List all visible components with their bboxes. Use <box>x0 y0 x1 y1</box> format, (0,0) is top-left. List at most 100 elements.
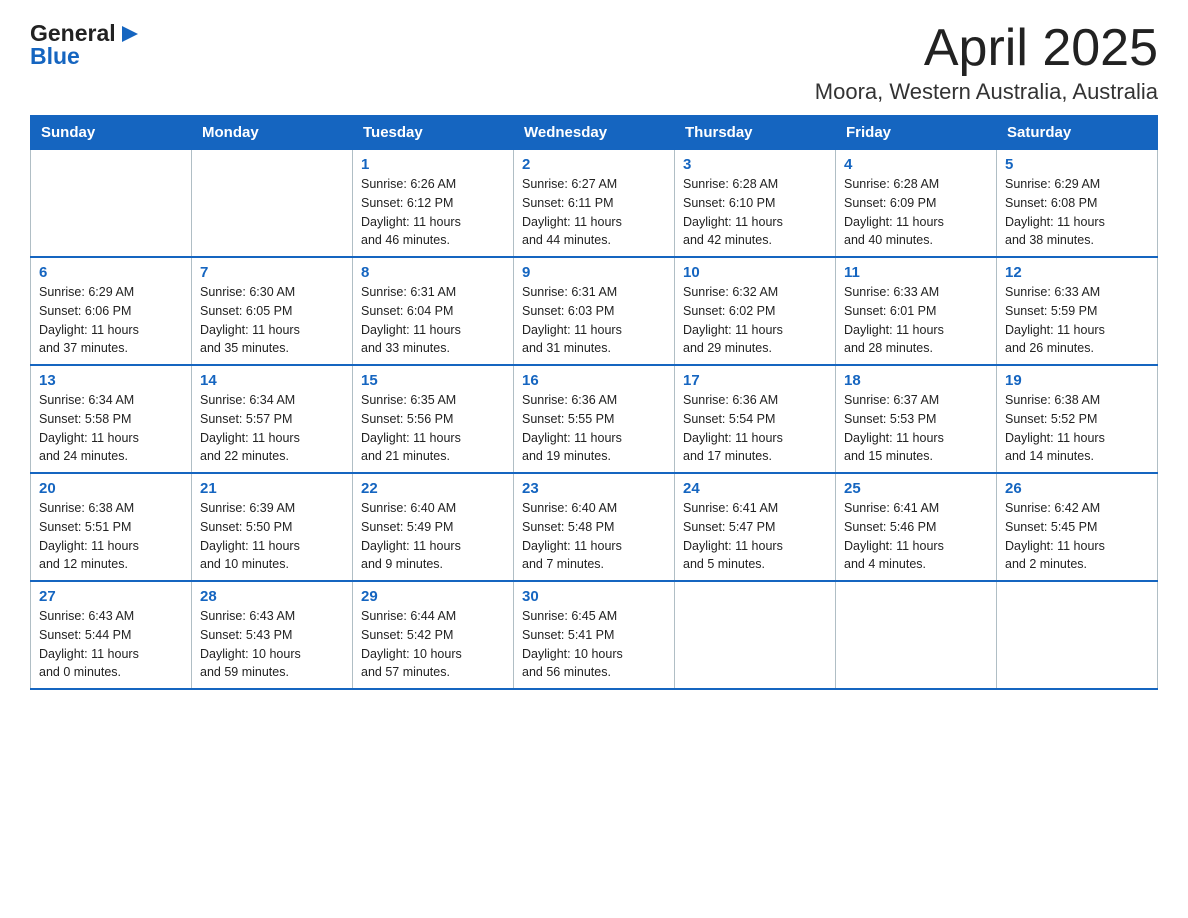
calendar-cell: 25 Sunrise: 6:41 AM Sunset: 5:46 PM Dayli… <box>836 473 997 581</box>
col-header-sunday: Sunday <box>31 116 192 150</box>
day-number: 24 <box>683 480 827 497</box>
calendar-cell: 7 Sunrise: 6:30 AM Sunset: 6:05 PM Daylig… <box>192 257 353 365</box>
calendar-cell: 10Sunrise: 6:32 AM Sunset: 6:02 PM Dayli… <box>675 257 836 365</box>
day-info: Sunrise: 6:45 AM Sunset: 5:41 PM Dayligh… <box>522 607 666 682</box>
day-info: Sunrise: 6:28 AM Sunset: 6:09 PM Dayligh… <box>844 175 988 250</box>
calendar-cell: 27 Sunrise: 6:43 AM Sunset: 5:44 PM Dayli… <box>31 581 192 689</box>
calendar-cell <box>836 581 997 689</box>
day-info: Sunrise: 6:39 AM Sunset: 5:50 PM Dayligh… <box>200 499 344 574</box>
calendar-cell <box>997 581 1158 689</box>
calendar-cell: 21 Sunrise: 6:39 AM Sunset: 5:50 PM Dayli… <box>192 473 353 581</box>
day-number: 13 <box>39 372 183 389</box>
calendar-cell: 16Sunrise: 6:36 AM Sunset: 5:55 PM Dayli… <box>514 365 675 473</box>
calendar-week-2: 6 Sunrise: 6:29 AM Sunset: 6:06 PM Daylig… <box>31 257 1158 365</box>
calendar-cell: 8Sunrise: 6:31 AM Sunset: 6:04 PM Daylig… <box>353 257 514 365</box>
day-number: 11 <box>844 264 988 281</box>
day-number: 21 <box>200 480 344 497</box>
day-info: Sunrise: 6:29 AM Sunset: 6:06 PM Dayligh… <box>39 283 183 358</box>
day-number: 9 <box>522 264 666 281</box>
day-number: 28 <box>200 588 344 605</box>
calendar-cell: 20 Sunrise: 6:38 AM Sunset: 5:51 PM Dayli… <box>31 473 192 581</box>
calendar-cell: 30Sunrise: 6:45 AM Sunset: 5:41 PM Dayli… <box>514 581 675 689</box>
day-number: 20 <box>39 480 183 497</box>
day-info: Sunrise: 6:29 AM Sunset: 6:08 PM Dayligh… <box>1005 175 1149 250</box>
calendar-week-1: 1 Sunrise: 6:26 AM Sunset: 6:12 PM Daylig… <box>31 150 1158 258</box>
calendar-header-row: SundayMondayTuesdayWednesdayThursdayFrid… <box>31 116 1158 150</box>
logo-text: General Blue <box>30 20 142 70</box>
calendar-cell: 3Sunrise: 6:28 AM Sunset: 6:10 PM Daylig… <box>675 150 836 258</box>
day-number: 5 <box>1005 156 1149 173</box>
calendar-cell: 24 Sunrise: 6:41 AM Sunset: 5:47 PM Dayli… <box>675 473 836 581</box>
day-info: Sunrise: 6:43 AM Sunset: 5:43 PM Dayligh… <box>200 607 344 682</box>
day-number: 25 <box>844 480 988 497</box>
day-number: 15 <box>361 372 505 389</box>
calendar-cell: 14 Sunrise: 6:34 AM Sunset: 5:57 PM Dayli… <box>192 365 353 473</box>
col-header-friday: Friday <box>836 116 997 150</box>
calendar-cell: 9 Sunrise: 6:31 AM Sunset: 6:03 PM Daylig… <box>514 257 675 365</box>
calendar-cell: 22 Sunrise: 6:40 AM Sunset: 5:49 PM Dayli… <box>353 473 514 581</box>
day-number: 26 <box>1005 480 1149 497</box>
day-info: Sunrise: 6:38 AM Sunset: 5:52 PM Dayligh… <box>1005 391 1149 466</box>
day-number: 4 <box>844 156 988 173</box>
day-info: Sunrise: 6:30 AM Sunset: 6:05 PM Dayligh… <box>200 283 344 358</box>
calendar-cell: 23 Sunrise: 6:40 AM Sunset: 5:48 PM Dayli… <box>514 473 675 581</box>
calendar-cell <box>31 150 192 258</box>
calendar-cell: 19Sunrise: 6:38 AM Sunset: 5:52 PM Dayli… <box>997 365 1158 473</box>
calendar-week-5: 27 Sunrise: 6:43 AM Sunset: 5:44 PM Dayli… <box>31 581 1158 689</box>
page-header: General Blue April 2025 Moora, Western A… <box>30 20 1158 105</box>
calendar-cell: 12Sunrise: 6:33 AM Sunset: 5:59 PM Dayli… <box>997 257 1158 365</box>
day-number: 14 <box>200 372 344 389</box>
day-info: Sunrise: 6:40 AM Sunset: 5:48 PM Dayligh… <box>522 499 666 574</box>
day-info: Sunrise: 6:32 AM Sunset: 6:02 PM Dayligh… <box>683 283 827 358</box>
logo-blue-text: Blue <box>30 43 80 70</box>
day-info: Sunrise: 6:26 AM Sunset: 6:12 PM Dayligh… <box>361 175 505 250</box>
day-number: 23 <box>522 480 666 497</box>
calendar-cell: 2Sunrise: 6:27 AM Sunset: 6:11 PM Daylig… <box>514 150 675 258</box>
calendar-cell <box>675 581 836 689</box>
day-info: Sunrise: 6:43 AM Sunset: 5:44 PM Dayligh… <box>39 607 183 682</box>
calendar-cell: 5 Sunrise: 6:29 AM Sunset: 6:08 PM Daylig… <box>997 150 1158 258</box>
col-header-monday: Monday <box>192 116 353 150</box>
calendar-table: SundayMondayTuesdayWednesdayThursdayFrid… <box>30 115 1158 690</box>
calendar-cell: 18 Sunrise: 6:37 AM Sunset: 5:53 PM Dayli… <box>836 365 997 473</box>
calendar-cell: 17Sunrise: 6:36 AM Sunset: 5:54 PM Dayli… <box>675 365 836 473</box>
day-number: 6 <box>39 264 183 281</box>
day-info: Sunrise: 6:31 AM Sunset: 6:03 PM Dayligh… <box>522 283 666 358</box>
day-info: Sunrise: 6:35 AM Sunset: 5:56 PM Dayligh… <box>361 391 505 466</box>
day-number: 27 <box>39 588 183 605</box>
day-info: Sunrise: 6:37 AM Sunset: 5:53 PM Dayligh… <box>844 391 988 466</box>
day-number: 1 <box>361 156 505 173</box>
calendar-week-4: 20 Sunrise: 6:38 AM Sunset: 5:51 PM Dayli… <box>31 473 1158 581</box>
month-title: April 2025 <box>815 20 1158 77</box>
day-info: Sunrise: 6:40 AM Sunset: 5:49 PM Dayligh… <box>361 499 505 574</box>
day-info: Sunrise: 6:31 AM Sunset: 6:04 PM Dayligh… <box>361 283 505 358</box>
day-info: Sunrise: 6:27 AM Sunset: 6:11 PM Dayligh… <box>522 175 666 250</box>
day-number: 12 <box>1005 264 1149 281</box>
day-info: Sunrise: 6:41 AM Sunset: 5:46 PM Dayligh… <box>844 499 988 574</box>
title-area: April 2025 Moora, Western Australia, Aus… <box>815 20 1158 105</box>
logo-arrow-icon <box>118 22 142 46</box>
calendar-cell: 4 Sunrise: 6:28 AM Sunset: 6:09 PM Daylig… <box>836 150 997 258</box>
day-number: 7 <box>200 264 344 281</box>
col-header-saturday: Saturday <box>997 116 1158 150</box>
day-number: 17 <box>683 372 827 389</box>
day-info: Sunrise: 6:38 AM Sunset: 5:51 PM Dayligh… <box>39 499 183 574</box>
day-info: Sunrise: 6:28 AM Sunset: 6:10 PM Dayligh… <box>683 175 827 250</box>
day-number: 22 <box>361 480 505 497</box>
day-info: Sunrise: 6:44 AM Sunset: 5:42 PM Dayligh… <box>361 607 505 682</box>
calendar-cell: 13 Sunrise: 6:34 AM Sunset: 5:58 PM Dayli… <box>31 365 192 473</box>
col-header-thursday: Thursday <box>675 116 836 150</box>
calendar-cell: 28 Sunrise: 6:43 AM Sunset: 5:43 PM Dayli… <box>192 581 353 689</box>
calendar-cell <box>192 150 353 258</box>
day-info: Sunrise: 6:41 AM Sunset: 5:47 PM Dayligh… <box>683 499 827 574</box>
col-header-wednesday: Wednesday <box>514 116 675 150</box>
calendar-cell: 11Sunrise: 6:33 AM Sunset: 6:01 PM Dayli… <box>836 257 997 365</box>
day-info: Sunrise: 6:42 AM Sunset: 5:45 PM Dayligh… <box>1005 499 1149 574</box>
day-number: 18 <box>844 372 988 389</box>
logo: General Blue <box>30 20 142 70</box>
day-info: Sunrise: 6:34 AM Sunset: 5:58 PM Dayligh… <box>39 391 183 466</box>
day-number: 29 <box>361 588 505 605</box>
day-number: 16 <box>522 372 666 389</box>
calendar-cell: 1 Sunrise: 6:26 AM Sunset: 6:12 PM Daylig… <box>353 150 514 258</box>
day-info: Sunrise: 6:34 AM Sunset: 5:57 PM Dayligh… <box>200 391 344 466</box>
